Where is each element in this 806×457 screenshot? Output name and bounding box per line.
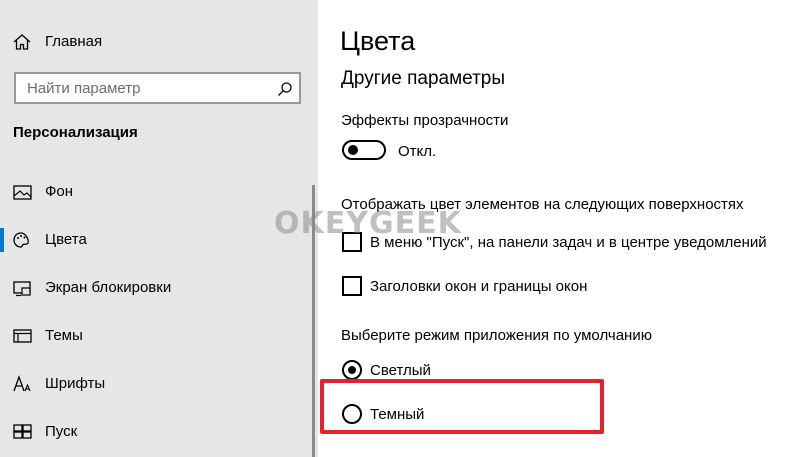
sidebar-item-themes[interactable]: Темы [0, 313, 318, 361]
sidebar-item-label: Фон [45, 183, 74, 200]
search-icon[interactable] [277, 81, 293, 97]
image-icon [13, 185, 32, 200]
sidebar-item-label: Шрифты [45, 375, 106, 392]
transparency-label: Эффекты прозрачности [341, 112, 509, 129]
sidebar-item-lock-screen[interactable]: Экран блокировки [0, 265, 318, 313]
title-bars-checkbox[interactable] [342, 276, 362, 296]
home-nav-item[interactable]: Главная [0, 24, 318, 60]
sidebar-item-fonts[interactable]: Шрифты [0, 361, 318, 409]
themes-icon [13, 329, 32, 343]
watermark: OKEYGEEK [274, 206, 462, 241]
section-subtitle: Другие параметры [341, 68, 506, 89]
section-title: Персонализация [13, 124, 138, 141]
lock-screen-icon [13, 281, 31, 297]
radio-selected-dot [348, 366, 356, 374]
sidebar-item-label: Темы [45, 327, 83, 344]
toggle-knob [348, 145, 358, 155]
light-mode-radio[interactable] [342, 360, 362, 380]
app-mode-label: Выберите режим приложения по умолчанию [341, 327, 652, 344]
transparency-state-label: Откл. [398, 143, 437, 160]
search-input[interactable]: Найти параметр [14, 72, 301, 104]
start-icon [13, 424, 32, 439]
transparency-toggle[interactable] [342, 140, 386, 160]
home-label: Главная [45, 33, 103, 50]
home-icon [13, 34, 31, 50]
search-placeholder: Найти параметр [27, 80, 141, 97]
sidebar-item-label: Экран блокировки [45, 279, 172, 296]
selected-indicator [0, 228, 4, 252]
palette-icon [13, 232, 29, 248]
sidebar: Главная Найти параметр Персонализация Фо… [0, 0, 318, 457]
sidebar-item-label: Цвета [45, 231, 87, 248]
red-highlight-box [320, 379, 604, 434]
checkbox-label: Заголовки окон и границы окон [370, 278, 588, 295]
sidebar-item-start[interactable]: Пуск [0, 409, 318, 457]
sidebar-item-label: Пуск [45, 423, 78, 440]
page-title: Цвета [340, 26, 416, 56]
sidebar-item-colors[interactable]: Цвета [0, 217, 318, 265]
fonts-icon [13, 375, 31, 392]
sidebar-item-background[interactable]: Фон [0, 169, 318, 217]
radio-label: Светлый [370, 362, 431, 379]
